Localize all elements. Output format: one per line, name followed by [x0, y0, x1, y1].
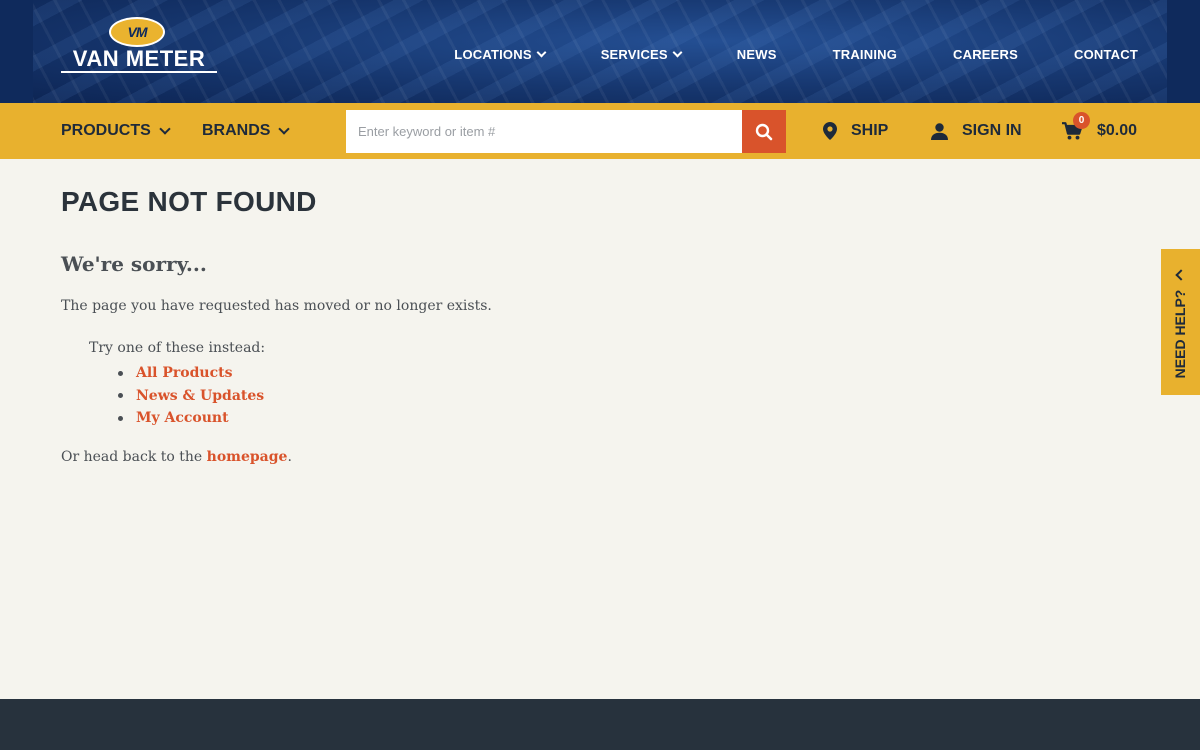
nav-contact[interactable]: CONTACT — [1074, 47, 1138, 62]
sorry-heading: We're sorry... — [61, 252, 207, 276]
logo-badge: VM — [109, 17, 165, 47]
logo-underline — [61, 71, 217, 73]
all-products-link[interactable]: All Products — [136, 363, 232, 383]
list-item: News & Updates — [118, 385, 264, 408]
user-icon — [931, 122, 948, 140]
cart-total: $0.00 — [1097, 122, 1138, 139]
chevron-down-icon — [536, 47, 547, 57]
chevron-down-icon — [278, 123, 291, 135]
bullet — [118, 393, 123, 399]
chevron-left-icon — [1175, 269, 1187, 281]
nav-services[interactable]: SERVICES — [600, 46, 683, 62]
nav-careers[interactable]: CAREERS — [953, 47, 1018, 62]
nav-locations-label: LOCATIONS — [454, 46, 532, 62]
ship-link[interactable]: SHIP — [823, 103, 888, 159]
logo-wordmark: VAN METER — [72, 46, 206, 71]
nav-services-label: SERVICES — [600, 46, 668, 62]
map-pin-icon — [823, 122, 837, 140]
cart-link[interactable]: $0.00 — [1062, 103, 1137, 159]
nav-news[interactable]: NEWS — [737, 47, 777, 62]
search-input[interactable] — [346, 110, 742, 153]
news-updates-link[interactable]: News & Updates — [136, 386, 264, 406]
page-title: PAGE NOT FOUND — [61, 186, 317, 217]
list-item: My Account — [118, 407, 264, 430]
need-help-label: NEED HELP? — [1172, 289, 1188, 379]
homepage-prompt-prefix: Or head back to the — [61, 449, 207, 465]
main-nav: LOCATIONS SERVICES NEWS TRAINING CAREERS… — [454, 44, 1138, 64]
van-meter-logo[interactable]: VM VAN METER — [61, 17, 217, 75]
bullet — [118, 415, 123, 421]
site-footer — [0, 699, 1200, 750]
products-menu-label: PRODUCTS — [61, 122, 151, 139]
products-menu[interactable]: PRODUCTS — [61, 103, 171, 159]
nav-locations[interactable]: LOCATIONS — [454, 46, 547, 62]
my-account-link[interactable]: My Account — [136, 408, 229, 428]
homepage-prompt: Or head back to the homepage. — [61, 449, 292, 465]
list-item: All Products — [118, 362, 264, 385]
homepage-link[interactable]: homepage — [207, 449, 288, 465]
bullet — [118, 370, 123, 376]
sign-in-label: SIGN IN — [962, 122, 1022, 139]
chevron-down-icon — [672, 47, 683, 57]
sign-in-link[interactable]: SIGN IN — [931, 103, 1022, 159]
try-instead-text: Try one of these instead: — [89, 340, 266, 356]
need-help-tab[interactable]: NEED HELP? — [1161, 249, 1200, 395]
cart-count-badge: 0 — [1073, 112, 1090, 129]
homepage-prompt-suffix: . — [287, 449, 292, 465]
not-found-message: The page you have requested has moved or… — [61, 298, 492, 314]
suggested-links-list: All Products News & Updates My Account — [118, 362, 264, 430]
logo-badge-text: VM — [127, 24, 148, 40]
search-button[interactable] — [742, 110, 786, 153]
search-icon — [755, 123, 773, 140]
chevron-down-icon — [159, 123, 171, 135]
brands-menu-label: BRANDS — [202, 122, 271, 139]
brands-menu[interactable]: BRANDS — [202, 103, 291, 159]
nav-training[interactable]: TRAINING — [833, 47, 897, 62]
ship-label: SHIP — [851, 122, 889, 139]
